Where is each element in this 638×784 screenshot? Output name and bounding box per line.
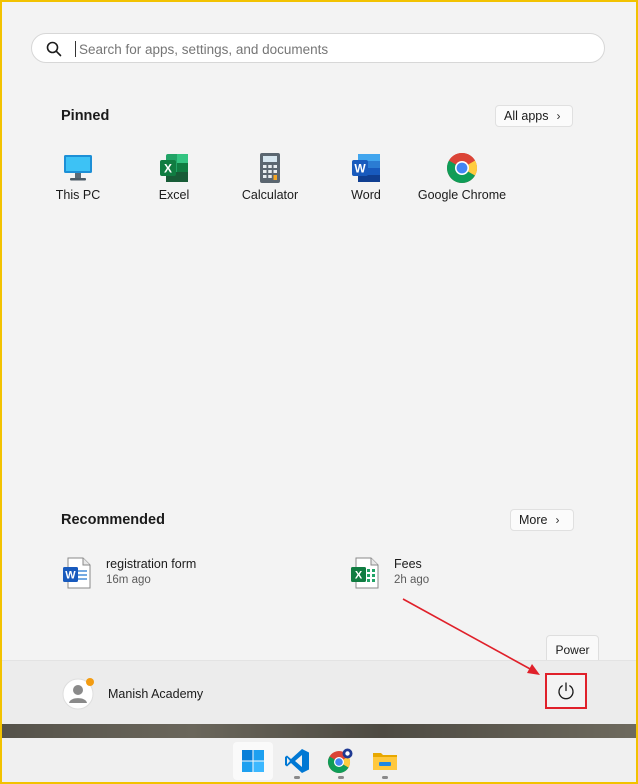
taskbar-start-button[interactable] [233, 742, 273, 780]
pinned-app-word[interactable]: W Word [318, 152, 414, 202]
taskbar-vscode[interactable] [277, 742, 317, 780]
taskbar [2, 738, 636, 782]
search-box[interactable] [31, 33, 605, 63]
running-indicator [382, 776, 388, 779]
all-apps-label: All apps [504, 109, 549, 123]
recommended-item-registration-form[interactable]: W registration form 16m ago [62, 557, 196, 589]
power-button[interactable] [545, 673, 587, 709]
recommended-item-time: 16m ago [106, 574, 151, 586]
more-button[interactable]: More › [510, 509, 574, 531]
excel-document-icon: X [351, 557, 379, 589]
user-account-button[interactable]: Manish Academy [62, 677, 203, 710]
windows-start-icon [242, 750, 264, 772]
recommended-title: Recommended [61, 512, 165, 528]
status-badge [86, 678, 94, 686]
recommended-item-name: registration form [106, 557, 197, 571]
svg-text:X: X [164, 162, 172, 176]
pinned-app-calculator[interactable]: Calculator [222, 152, 318, 202]
app-label: Excel [158, 188, 190, 202]
word-document-icon: W [63, 557, 91, 589]
desktop-wallpaper [2, 724, 636, 738]
svg-text:W: W [65, 570, 76, 582]
power-icon [558, 682, 574, 700]
running-indicator [338, 776, 344, 779]
word-icon: W [352, 154, 380, 182]
recommended-item-fees[interactable]: X Fees 2h ago [350, 557, 429, 589]
pinned-title: Pinned [61, 108, 110, 124]
taskbar-chrome[interactable] [321, 742, 361, 780]
pinned-app-google-chrome[interactable]: Google Chrome [414, 152, 510, 202]
app-label: Google Chrome [417, 188, 507, 202]
more-label: More [519, 513, 548, 527]
calculator-icon [260, 153, 280, 183]
svg-text:X: X [355, 570, 363, 582]
chrome-icon [328, 748, 353, 773]
excel-icon: X [160, 154, 188, 182]
recommended-item-name: Fees [394, 557, 422, 571]
chrome-icon [446, 152, 478, 184]
app-label: Word [351, 188, 381, 202]
recommended-item-time: 2h ago [394, 574, 430, 586]
chevron-right-icon: › [555, 513, 560, 527]
user-name: Manish Academy [108, 686, 204, 701]
file-explorer-icon [373, 753, 397, 770]
avatar [62, 678, 94, 710]
all-apps-button[interactable]: All apps › [495, 105, 573, 127]
search-icon [46, 41, 62, 57]
pinned-app-excel[interactable]: X Excel [126, 152, 222, 202]
app-label: Calculator [241, 188, 299, 202]
running-indicator [294, 776, 300, 779]
monitor-icon [64, 155, 92, 181]
pinned-app-this-pc[interactable]: This PC [30, 152, 126, 202]
start-menu: Pinned All apps › This PC X Excel [0, 0, 638, 784]
app-label: This PC [55, 188, 101, 202]
start-menu-footer: Manish Academy [2, 660, 636, 725]
search-input[interactable] [77, 38, 581, 60]
taskbar-file-explorer[interactable] [365, 742, 405, 780]
svg-text:W: W [354, 162, 366, 176]
vscode-icon [285, 749, 309, 773]
chevron-right-icon: › [556, 109, 561, 123]
text-cursor [75, 41, 76, 57]
